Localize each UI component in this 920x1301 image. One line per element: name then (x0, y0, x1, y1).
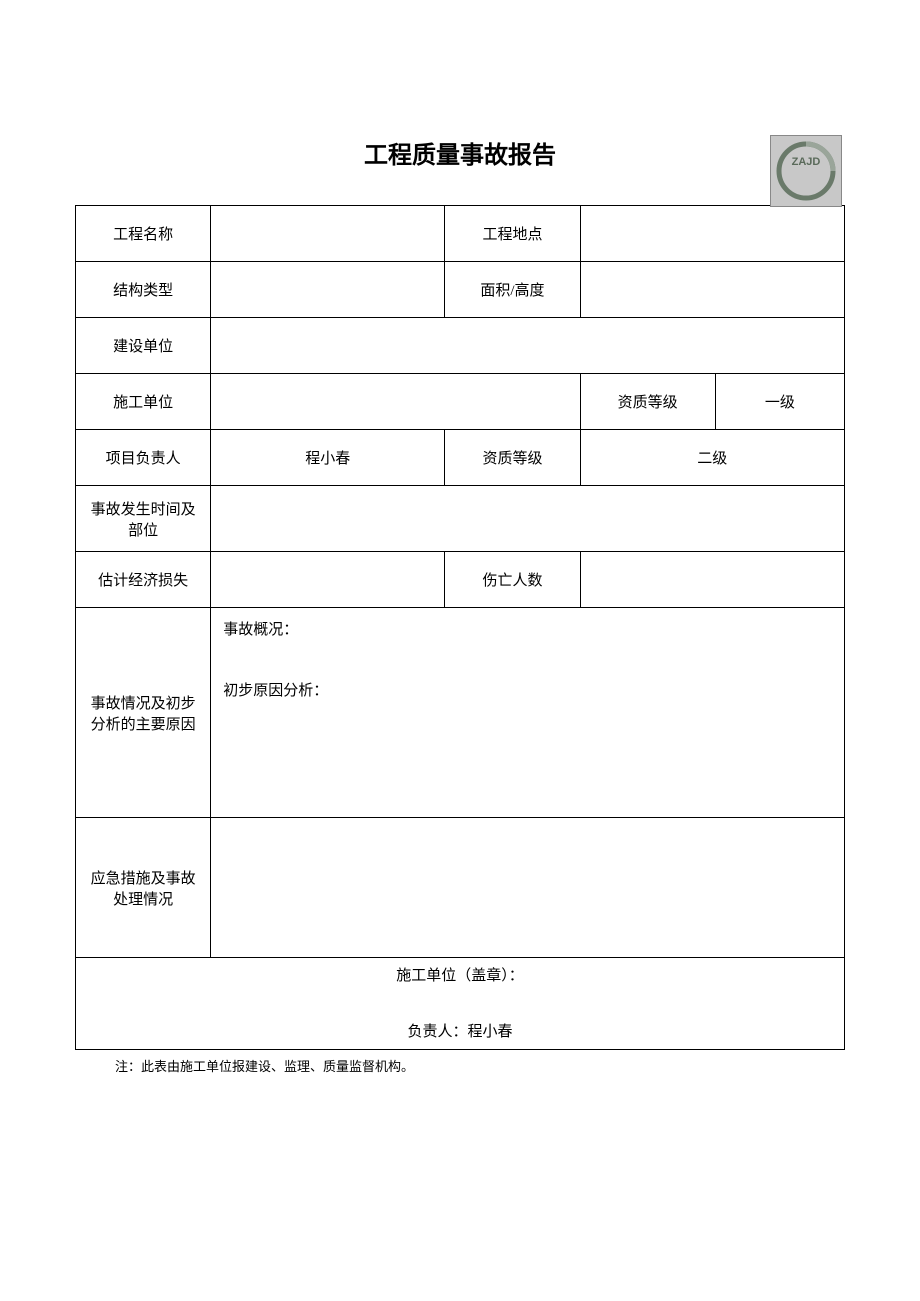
value-project-location (580, 206, 844, 262)
label-responsible-prefix: 负责人： (407, 1024, 467, 1040)
contractor-stamp-cell: 施工单位（盖章）： 负责人：程小春 (76, 958, 845, 1050)
label-contractor-stamp: 施工单位（盖章）： (84, 964, 836, 985)
value-developer (211, 318, 845, 374)
label-estimated-loss: 估计经济损失 (76, 552, 211, 608)
document-title: 工程质量事故报告 (75, 135, 845, 170)
label-project-leader: 项目负责人 (76, 430, 211, 486)
value-estimated-loss (211, 552, 445, 608)
value-qualification-2: 二级 (580, 430, 844, 486)
label-project-location: 工程地点 (445, 206, 580, 262)
label-qualification-2: 资质等级 (445, 430, 580, 486)
label-accident-time-location: 事故发生时间及部位 (76, 486, 211, 552)
responsible-person-line: 负责人：程小春 (84, 1020, 836, 1041)
label-accident-overview: 事故概况： (223, 622, 298, 638)
label-casualties: 伤亡人数 (445, 552, 580, 608)
label-accident-analysis: 事故情况及初步分析的主要原因 (76, 608, 211, 818)
value-structure-type (211, 262, 445, 318)
label-contractor: 施工单位 (76, 374, 211, 430)
label-project-name: 工程名称 (76, 206, 211, 262)
label-developer: 建设单位 (76, 318, 211, 374)
value-responsible-person: 程小春 (468, 1024, 513, 1040)
value-qualification-1: 一级 (715, 374, 844, 430)
footnote: 注：此表由施工单位报建设、监理、质量监督机构。 (115, 1056, 845, 1075)
label-area-height: 面积/高度 (445, 262, 580, 318)
accident-analysis-cell: 事故概况： 初步原因分析： (211, 608, 845, 818)
label-structure-type: 结构类型 (76, 262, 211, 318)
label-emergency-measures: 应急措施及事故处理情况 (76, 818, 211, 958)
value-casualties (580, 552, 844, 608)
value-area-height (580, 262, 844, 318)
label-preliminary-analysis: 初步原因分析： (223, 683, 328, 699)
label-qualification-1: 资质等级 (580, 374, 715, 430)
value-emergency-measures (211, 818, 845, 958)
accident-report-table: 工程名称 工程地点 结构类型 面积/高度 建设单位 施工单位 资质等级 一级 项… (75, 205, 845, 1050)
value-project-leader: 程小春 (211, 430, 445, 486)
value-project-name (211, 206, 445, 262)
logo-text: ZAJD (792, 156, 821, 168)
logo-stamp: ZAJD (770, 135, 842, 207)
value-contractor (211, 374, 580, 430)
value-accident-time-location (211, 486, 845, 552)
